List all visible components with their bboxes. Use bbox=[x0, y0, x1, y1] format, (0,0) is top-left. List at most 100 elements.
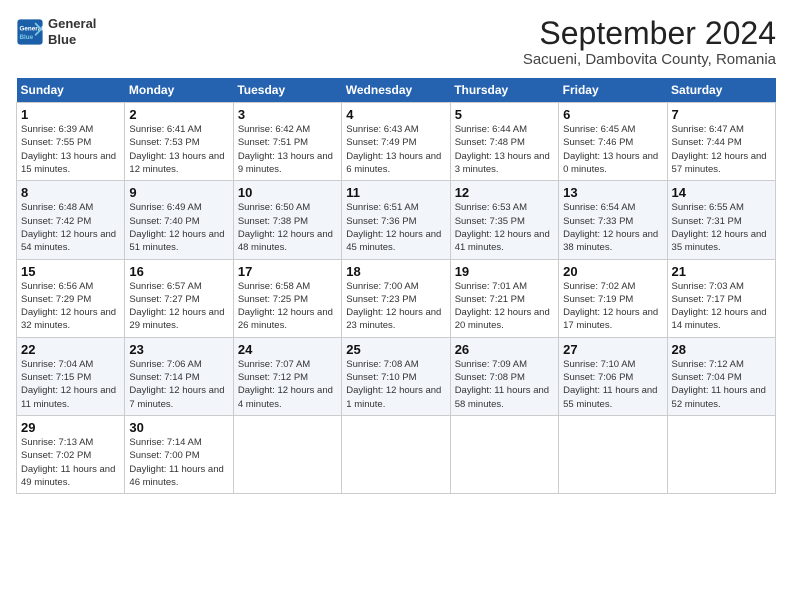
day-info: Sunrise: 6:57 AM Sunset: 7:27 PM Dayligh… bbox=[129, 280, 228, 333]
day-number: 8 bbox=[21, 185, 120, 200]
table-cell bbox=[233, 415, 341, 493]
col-thursday: Thursday bbox=[450, 78, 558, 103]
day-info: Sunrise: 7:03 AM Sunset: 7:17 PM Dayligh… bbox=[672, 280, 771, 333]
day-info: Sunrise: 6:42 AM Sunset: 7:51 PM Dayligh… bbox=[238, 123, 337, 176]
day-number: 22 bbox=[21, 342, 120, 357]
day-number: 14 bbox=[672, 185, 771, 200]
table-cell bbox=[667, 415, 775, 493]
day-info: Sunrise: 7:12 AM Sunset: 7:04 PM Dayligh… bbox=[672, 358, 771, 411]
day-info: Sunrise: 6:41 AM Sunset: 7:53 PM Dayligh… bbox=[129, 123, 228, 176]
logo-icon: General Blue bbox=[16, 18, 44, 46]
day-number: 29 bbox=[21, 420, 120, 435]
table-cell: 17 Sunrise: 6:58 AM Sunset: 7:25 PM Dayl… bbox=[233, 259, 341, 337]
table-cell: 11 Sunrise: 6:51 AM Sunset: 7:36 PM Dayl… bbox=[342, 181, 450, 259]
title-section: September 2024 Sacueni, Dambovita County… bbox=[523, 16, 776, 68]
day-number: 3 bbox=[238, 107, 337, 122]
table-cell: 14 Sunrise: 6:55 AM Sunset: 7:31 PM Dayl… bbox=[667, 181, 775, 259]
day-info: Sunrise: 6:53 AM Sunset: 7:35 PM Dayligh… bbox=[455, 201, 554, 254]
day-number: 16 bbox=[129, 264, 228, 279]
calendar-body: 1 Sunrise: 6:39 AM Sunset: 7:55 PM Dayli… bbox=[17, 103, 776, 494]
day-info: Sunrise: 6:58 AM Sunset: 7:25 PM Dayligh… bbox=[238, 280, 337, 333]
week-row-4: 22 Sunrise: 7:04 AM Sunset: 7:15 PM Dayl… bbox=[17, 337, 776, 415]
week-row-3: 15 Sunrise: 6:56 AM Sunset: 7:29 PM Dayl… bbox=[17, 259, 776, 337]
day-number: 23 bbox=[129, 342, 228, 357]
day-number: 2 bbox=[129, 107, 228, 122]
table-cell: 22 Sunrise: 7:04 AM Sunset: 7:15 PM Dayl… bbox=[17, 337, 125, 415]
logo-text: General Blue bbox=[48, 16, 96, 47]
table-cell: 15 Sunrise: 6:56 AM Sunset: 7:29 PM Dayl… bbox=[17, 259, 125, 337]
table-cell: 16 Sunrise: 6:57 AM Sunset: 7:27 PM Dayl… bbox=[125, 259, 233, 337]
day-number: 5 bbox=[455, 107, 554, 122]
day-info: Sunrise: 6:56 AM Sunset: 7:29 PM Dayligh… bbox=[21, 280, 120, 333]
table-cell: 5 Sunrise: 6:44 AM Sunset: 7:48 PM Dayli… bbox=[450, 103, 558, 181]
day-info: Sunrise: 6:44 AM Sunset: 7:48 PM Dayligh… bbox=[455, 123, 554, 176]
day-info: Sunrise: 7:02 AM Sunset: 7:19 PM Dayligh… bbox=[563, 280, 662, 333]
svg-text:Blue: Blue bbox=[20, 34, 34, 41]
table-cell bbox=[559, 415, 667, 493]
day-number: 13 bbox=[563, 185, 662, 200]
week-row-5: 29 Sunrise: 7:13 AM Sunset: 7:02 PM Dayl… bbox=[17, 415, 776, 493]
table-cell bbox=[450, 415, 558, 493]
day-number: 4 bbox=[346, 107, 445, 122]
table-cell bbox=[342, 415, 450, 493]
day-info: Sunrise: 7:10 AM Sunset: 7:06 PM Dayligh… bbox=[563, 358, 662, 411]
day-info: Sunrise: 7:14 AM Sunset: 7:00 PM Dayligh… bbox=[129, 436, 228, 489]
col-sunday: Sunday bbox=[17, 78, 125, 103]
day-number: 19 bbox=[455, 264, 554, 279]
day-number: 7 bbox=[672, 107, 771, 122]
day-number: 21 bbox=[672, 264, 771, 279]
day-number: 12 bbox=[455, 185, 554, 200]
day-number: 17 bbox=[238, 264, 337, 279]
day-info: Sunrise: 6:50 AM Sunset: 7:38 PM Dayligh… bbox=[238, 201, 337, 254]
month-title: September 2024 bbox=[523, 16, 776, 51]
table-cell: 21 Sunrise: 7:03 AM Sunset: 7:17 PM Dayl… bbox=[667, 259, 775, 337]
day-number: 30 bbox=[129, 420, 228, 435]
day-number: 20 bbox=[563, 264, 662, 279]
day-info: Sunrise: 7:08 AM Sunset: 7:10 PM Dayligh… bbox=[346, 358, 445, 411]
week-row-1: 1 Sunrise: 6:39 AM Sunset: 7:55 PM Dayli… bbox=[17, 103, 776, 181]
day-info: Sunrise: 7:04 AM Sunset: 7:15 PM Dayligh… bbox=[21, 358, 120, 411]
day-info: Sunrise: 7:06 AM Sunset: 7:14 PM Dayligh… bbox=[129, 358, 228, 411]
day-number: 11 bbox=[346, 185, 445, 200]
table-cell: 9 Sunrise: 6:49 AM Sunset: 7:40 PM Dayli… bbox=[125, 181, 233, 259]
table-cell: 27 Sunrise: 7:10 AM Sunset: 7:06 PM Dayl… bbox=[559, 337, 667, 415]
day-number: 15 bbox=[21, 264, 120, 279]
day-info: Sunrise: 7:07 AM Sunset: 7:12 PM Dayligh… bbox=[238, 358, 337, 411]
day-number: 9 bbox=[129, 185, 228, 200]
table-cell: 20 Sunrise: 7:02 AM Sunset: 7:19 PM Dayl… bbox=[559, 259, 667, 337]
day-info: Sunrise: 7:01 AM Sunset: 7:21 PM Dayligh… bbox=[455, 280, 554, 333]
col-wednesday: Wednesday bbox=[342, 78, 450, 103]
table-cell: 12 Sunrise: 6:53 AM Sunset: 7:35 PM Dayl… bbox=[450, 181, 558, 259]
day-info: Sunrise: 7:13 AM Sunset: 7:02 PM Dayligh… bbox=[21, 436, 120, 489]
day-info: Sunrise: 6:39 AM Sunset: 7:55 PM Dayligh… bbox=[21, 123, 120, 176]
day-info: Sunrise: 6:55 AM Sunset: 7:31 PM Dayligh… bbox=[672, 201, 771, 254]
table-cell: 24 Sunrise: 7:07 AM Sunset: 7:12 PM Dayl… bbox=[233, 337, 341, 415]
day-number: 10 bbox=[238, 185, 337, 200]
day-info: Sunrise: 6:49 AM Sunset: 7:40 PM Dayligh… bbox=[129, 201, 228, 254]
day-info: Sunrise: 7:00 AM Sunset: 7:23 PM Dayligh… bbox=[346, 280, 445, 333]
day-number: 25 bbox=[346, 342, 445, 357]
table-cell: 25 Sunrise: 7:08 AM Sunset: 7:10 PM Dayl… bbox=[342, 337, 450, 415]
page-container: General Blue General Blue September 2024… bbox=[16, 16, 776, 494]
table-cell: 6 Sunrise: 6:45 AM Sunset: 7:46 PM Dayli… bbox=[559, 103, 667, 181]
day-info: Sunrise: 6:43 AM Sunset: 7:49 PM Dayligh… bbox=[346, 123, 445, 176]
col-tuesday: Tuesday bbox=[233, 78, 341, 103]
day-info: Sunrise: 6:47 AM Sunset: 7:44 PM Dayligh… bbox=[672, 123, 771, 176]
col-monday: Monday bbox=[125, 78, 233, 103]
col-saturday: Saturday bbox=[667, 78, 775, 103]
header: General Blue General Blue September 2024… bbox=[16, 16, 776, 68]
table-cell: 7 Sunrise: 6:47 AM Sunset: 7:44 PM Dayli… bbox=[667, 103, 775, 181]
table-cell: 2 Sunrise: 6:41 AM Sunset: 7:53 PM Dayli… bbox=[125, 103, 233, 181]
day-number: 28 bbox=[672, 342, 771, 357]
day-info: Sunrise: 6:48 AM Sunset: 7:42 PM Dayligh… bbox=[21, 201, 120, 254]
logo: General Blue General Blue bbox=[16, 16, 96, 47]
day-number: 6 bbox=[563, 107, 662, 122]
table-cell: 3 Sunrise: 6:42 AM Sunset: 7:51 PM Dayli… bbox=[233, 103, 341, 181]
calendar-table: Sunday Monday Tuesday Wednesday Thursday… bbox=[16, 78, 776, 494]
day-info: Sunrise: 6:51 AM Sunset: 7:36 PM Dayligh… bbox=[346, 201, 445, 254]
day-number: 26 bbox=[455, 342, 554, 357]
table-cell: 18 Sunrise: 7:00 AM Sunset: 7:23 PM Dayl… bbox=[342, 259, 450, 337]
table-cell: 4 Sunrise: 6:43 AM Sunset: 7:49 PM Dayli… bbox=[342, 103, 450, 181]
table-cell: 30 Sunrise: 7:14 AM Sunset: 7:00 PM Dayl… bbox=[125, 415, 233, 493]
day-number: 18 bbox=[346, 264, 445, 279]
